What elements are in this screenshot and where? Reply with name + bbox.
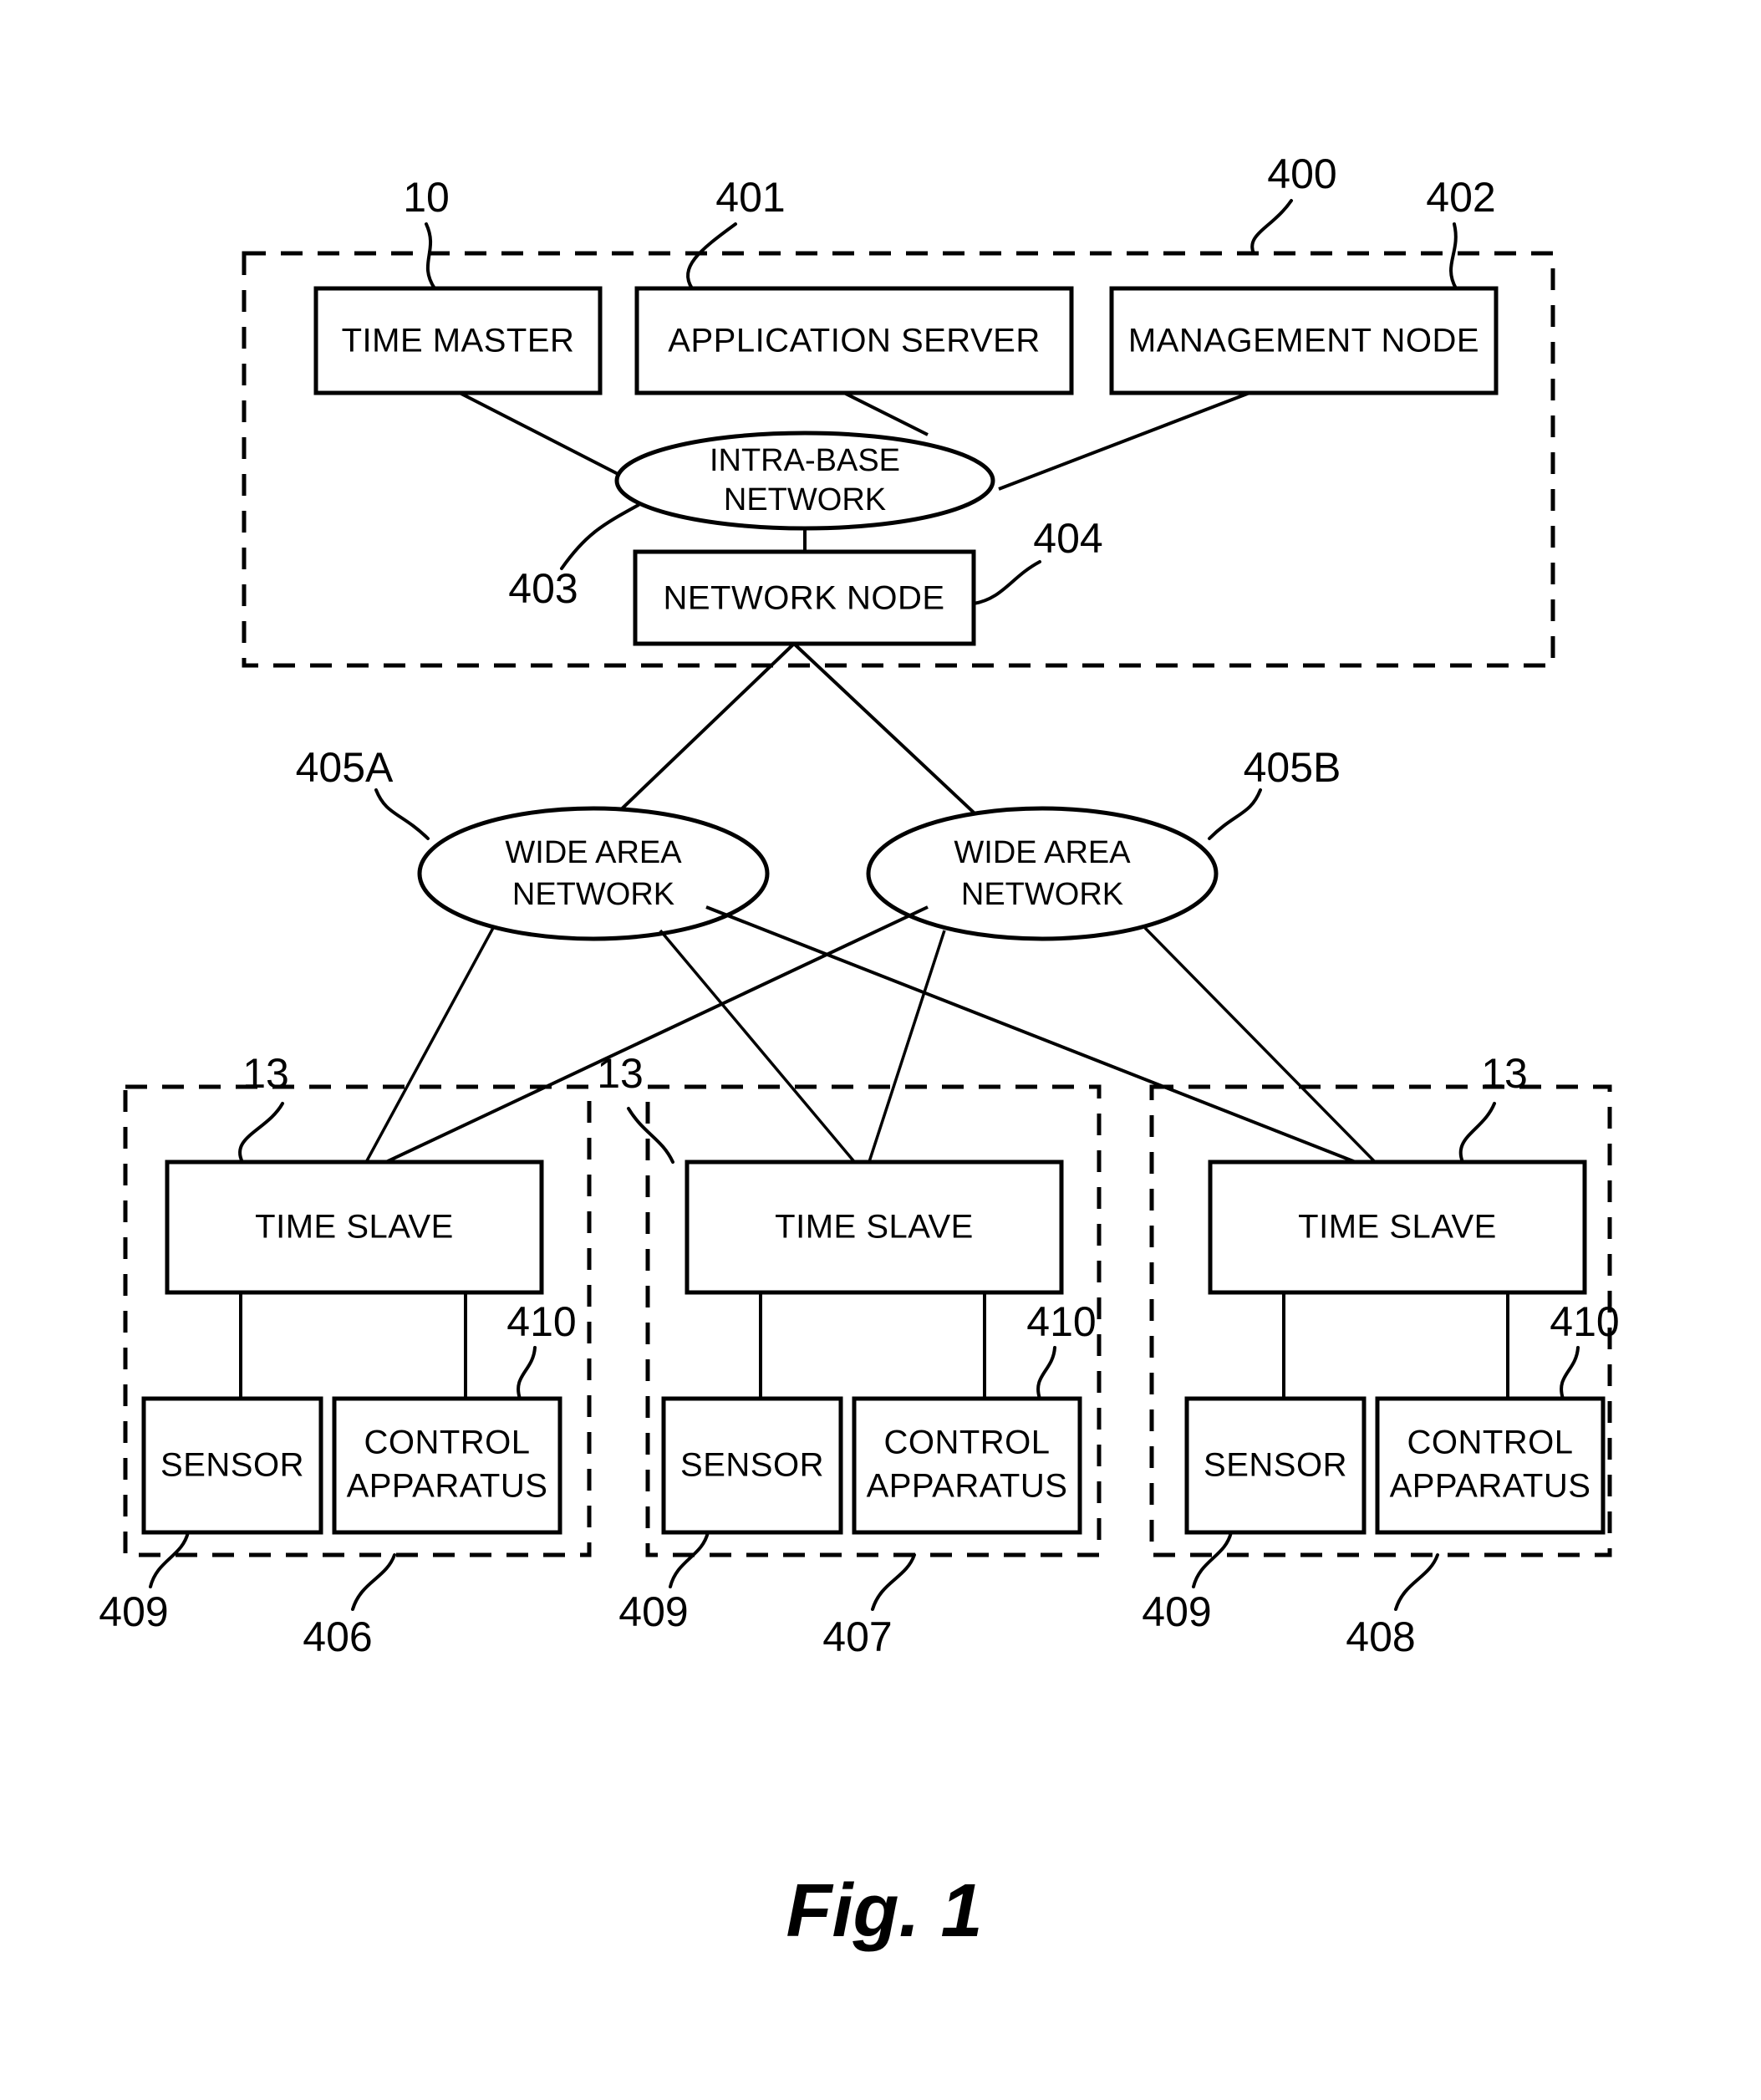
box-sensor-2-label: SENSOR	[680, 1447, 824, 1484]
box-sensor-1-label: SENSOR	[160, 1447, 304, 1484]
box-time-master-label: TIME MASTER	[342, 323, 575, 359]
ref-409-site3: 409	[1142, 1588, 1211, 1635]
ref-405B: 405B	[1244, 744, 1341, 791]
link-wan-a-to-site1	[358, 927, 495, 1175]
leader-13-site1	[238, 1102, 284, 1164]
leader-402	[1449, 222, 1458, 290]
link-app-server-to-intra-base	[843, 391, 929, 436]
leader-407	[871, 1553, 916, 1611]
ref-410-site1: 410	[506, 1298, 576, 1345]
patent-figure-1: TIME MASTER 10 APPLICATION SERVER 401 MA…	[0, 0, 1761, 2100]
link-wan-b-to-site3	[1143, 926, 1389, 1176]
ref-402: 402	[1426, 174, 1495, 221]
ref-409-site2: 409	[618, 1588, 688, 1635]
ref-404: 404	[1033, 515, 1102, 562]
box-control-apparatus-2-line2: APPARATUS	[867, 1468, 1068, 1505]
leader-410-site3	[1560, 1346, 1580, 1400]
leader-409-site1	[149, 1531, 190, 1588]
figure-canvas: TIME MASTER 10 APPLICATION SERVER 401 MA…	[99, 150, 1619, 1953]
ref-403: 403	[508, 565, 578, 612]
box-control-apparatus-1-line1: CONTROL	[364, 1425, 530, 1461]
link-wan-b-to-site2	[863, 930, 946, 1175]
ellipse-wan-b-line1: WIDE AREA	[954, 835, 1131, 870]
ellipse-wan-b-line2: NETWORK	[961, 877, 1123, 912]
ref-405A: 405A	[296, 744, 394, 791]
leader-404	[972, 560, 1041, 605]
leader-410-site1	[517, 1346, 537, 1400]
leader-408	[1394, 1553, 1439, 1611]
leader-406	[351, 1553, 396, 1611]
leader-403	[560, 503, 640, 570]
box-application-server-label: APPLICATION SERVER	[668, 323, 1040, 359]
ref-406: 406	[303, 1613, 372, 1660]
box-control-apparatus-3-line2: APPARATUS	[1390, 1468, 1591, 1505]
link-network-node-to-wan-b	[792, 642, 1000, 838]
link-wan-a-to-site2	[659, 929, 867, 1176]
ref-408: 408	[1346, 1613, 1415, 1660]
ref-407: 407	[822, 1613, 892, 1660]
ref-409-site1: 409	[99, 1588, 168, 1635]
leader-401	[686, 222, 737, 290]
box-sensor-3-label: SENSOR	[1204, 1447, 1347, 1484]
figure-caption: Fig. 1	[786, 1869, 982, 1953]
link-wan-a-to-site3	[705, 905, 1388, 1176]
leader-10	[425, 222, 436, 290]
box-management-node-label: MANAGEMENT NODE	[1128, 323, 1479, 359]
box-network-node-label: NETWORK NODE	[663, 580, 944, 617]
leader-409-site2	[669, 1531, 710, 1588]
leader-410-site2	[1036, 1346, 1056, 1400]
box-control-apparatus-3[interactable]	[1375, 1396, 1606, 1535]
leader-409-site3	[1192, 1531, 1233, 1588]
ellipse-wan-a-line1: WIDE AREA	[505, 835, 682, 870]
box-time-slave-1-label: TIME SLAVE	[255, 1209, 454, 1246]
ref-400: 400	[1267, 150, 1336, 197]
ref-401: 401	[715, 174, 785, 221]
ellipse-intra-base-network-line2: NETWORK	[724, 482, 886, 517]
ref-13-site3: 13	[1481, 1050, 1528, 1097]
leader-13-site2	[627, 1107, 674, 1164]
ellipse-wide-area-network-a[interactable]	[417, 806, 770, 941]
ellipse-wan-a-line2: NETWORK	[512, 877, 674, 912]
ref-13-site1: 13	[242, 1050, 289, 1097]
link-wan-b-to-site1	[359, 905, 929, 1176]
ref-13-site2: 13	[597, 1050, 644, 1097]
ref-410-site2: 410	[1026, 1298, 1096, 1345]
ellipse-wide-area-network-b[interactable]	[866, 806, 1219, 941]
link-time-master-to-intra-base	[459, 391, 632, 482]
ref-410-site3: 410	[1550, 1298, 1619, 1345]
leader-405B	[1208, 788, 1262, 840]
link-network-node-to-wan-a	[592, 642, 796, 838]
link-management-node-to-intra-base	[998, 391, 1250, 491]
leader-405A	[374, 788, 430, 840]
ref-10: 10	[403, 174, 450, 221]
leader-400	[1250, 199, 1293, 255]
box-time-slave-2-label: TIME SLAVE	[775, 1209, 974, 1246]
box-control-apparatus-1[interactable]	[332, 1396, 562, 1535]
box-time-slave-3-label: TIME SLAVE	[1298, 1209, 1497, 1246]
ellipse-intra-base-network-line1: INTRA-BASE	[710, 443, 900, 478]
box-control-apparatus-1-line2: APPARATUS	[347, 1468, 548, 1505]
box-control-apparatus-2[interactable]	[852, 1396, 1082, 1535]
box-control-apparatus-2-line1: CONTROL	[883, 1425, 1050, 1461]
box-control-apparatus-3-line1: CONTROL	[1407, 1425, 1573, 1461]
leader-13-site3	[1458, 1102, 1496, 1164]
